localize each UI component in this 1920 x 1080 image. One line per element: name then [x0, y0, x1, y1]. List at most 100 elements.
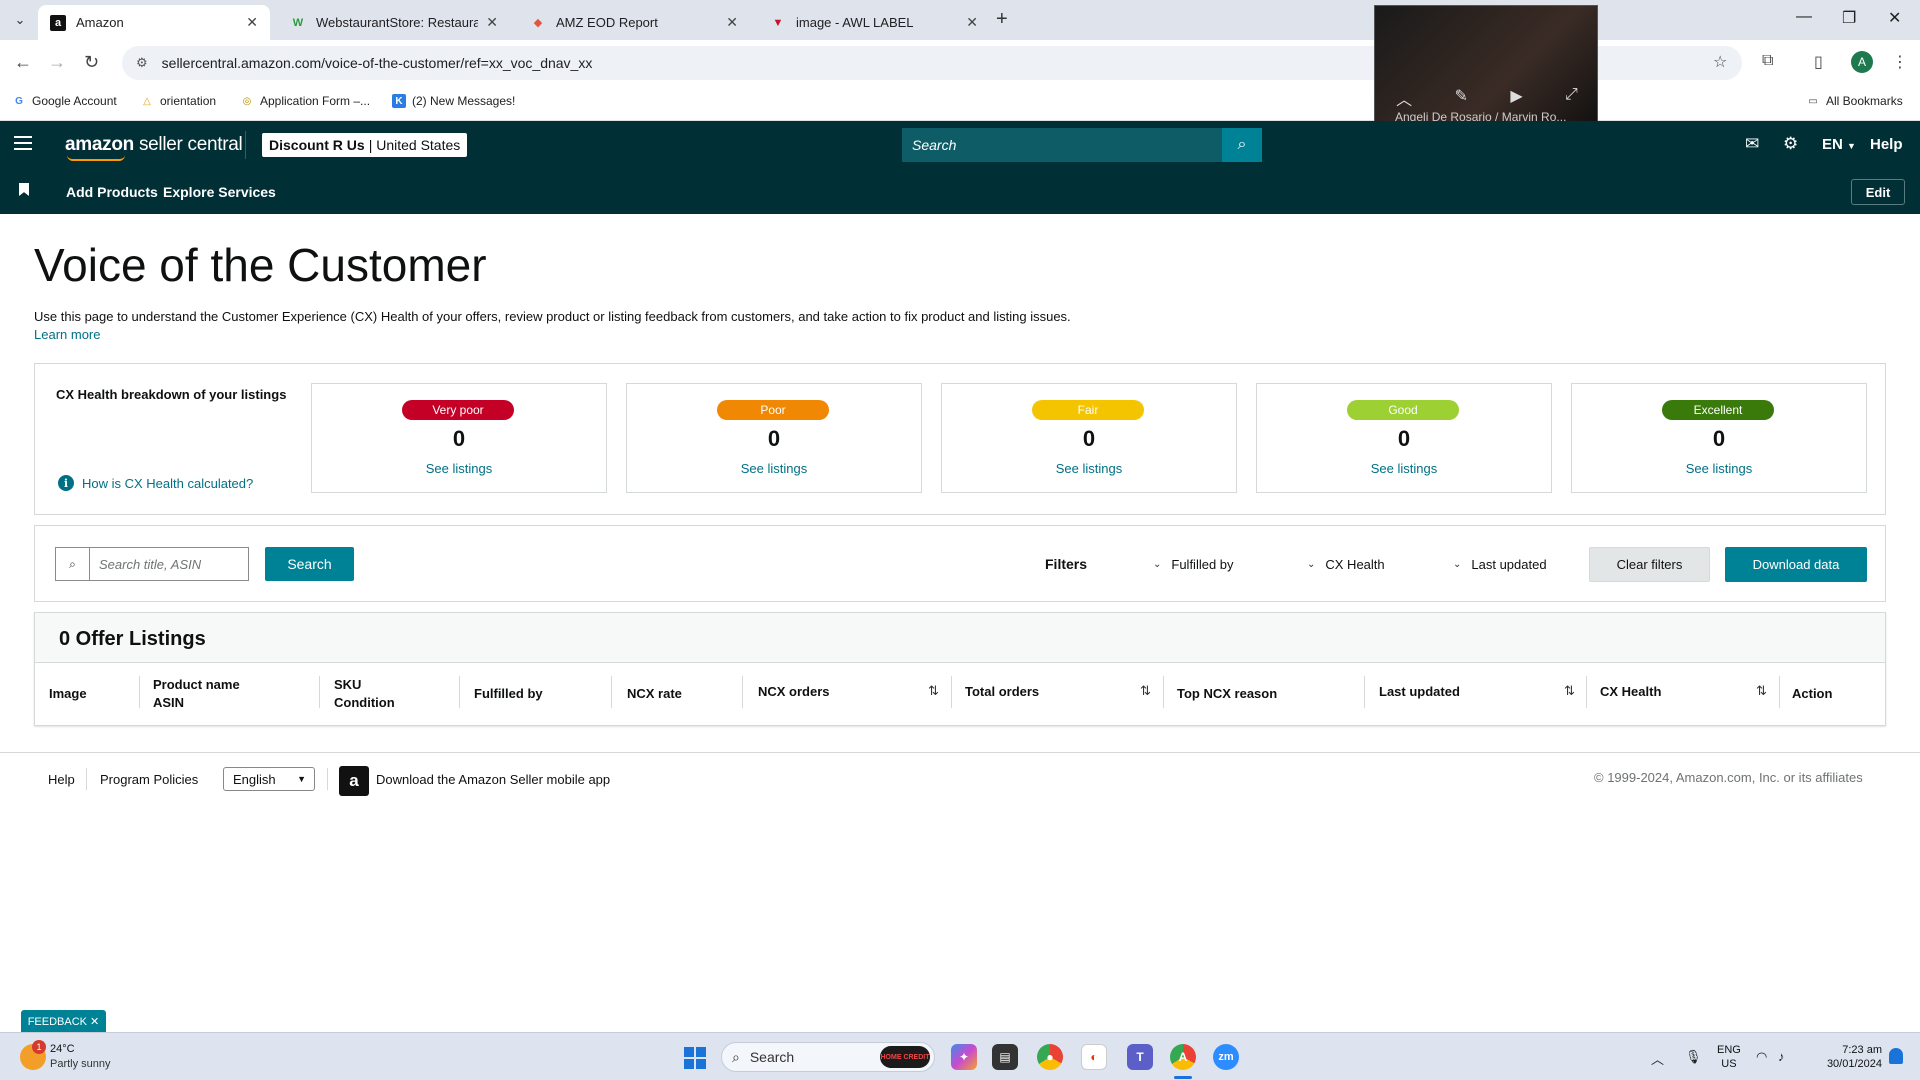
chrome-profile-icon[interactable]: A	[1170, 1044, 1196, 1070]
close-icon[interactable]: ✕	[486, 14, 498, 31]
edit-button[interactable]: Edit	[1851, 179, 1905, 205]
see-listings-link[interactable]: See listings	[942, 461, 1236, 476]
col-ncx-rate[interactable]: NCX rate	[627, 685, 682, 703]
tab-amazon[interactable]: a Amazon ✕	[38, 5, 270, 40]
cx-health-help-link[interactable]: i How is CX Health calculated?	[58, 475, 253, 491]
wifi-icon[interactable]: ◠	[1756, 1049, 1767, 1065]
back-arrow-icon[interactable]: ←	[14, 52, 32, 73]
bookmark-google-account[interactable]: G Google Account	[12, 94, 117, 108]
reload-icon[interactable]: ↻	[84, 52, 99, 73]
input-language[interactable]: ENG US	[1717, 1043, 1741, 1071]
chrome-icon[interactable]: ●	[1037, 1044, 1063, 1070]
footer-language-select[interactable]: English ▼	[223, 767, 315, 791]
learn-more-link[interactable]: Learn more	[34, 327, 100, 342]
bookmark-icon[interactable]	[19, 183, 29, 196]
filter-last-updated[interactable]: ⌄ Last updated	[1453, 557, 1547, 572]
new-tab-plus-icon[interactable]: +	[996, 8, 1008, 31]
seller-central-logo[interactable]: amazon seller central	[65, 134, 243, 156]
help-link[interactable]: Help	[1870, 136, 1903, 153]
gear-icon[interactable]: ⚙	[1783, 134, 1798, 154]
camera-icon[interactable]: ▶	[1510, 86, 1522, 110]
col-action: Action	[1792, 685, 1832, 703]
expand-up-icon[interactable]: ︿	[1396, 86, 1412, 110]
bookmark-new-messages[interactable]: K (2) New Messages!	[392, 94, 515, 108]
sort-icon[interactable]: ⇅	[1140, 683, 1151, 699]
zoom-icon[interactable]: zm	[1213, 1044, 1239, 1070]
sort-icon[interactable]: ⇅	[928, 683, 939, 699]
filter-fulfilled-by[interactable]: ⌄ Fulfilled by	[1153, 557, 1234, 572]
sort-icon[interactable]: ⇅	[1756, 683, 1767, 699]
col-last-updated[interactable]: Last updated	[1379, 683, 1460, 701]
tab-webstaurant[interactable]: W WebstaurantStore: Restaurant S ✕	[278, 5, 510, 40]
share-icon[interactable]: ⤢	[1565, 86, 1578, 110]
teams-icon[interactable]: T	[1127, 1044, 1153, 1070]
tray-chevron-up-icon[interactable]: ︿	[1651, 1049, 1664, 1068]
tab-awl-label[interactable]: ▼ image - AWL LABEL ✕	[758, 5, 990, 40]
tab-amz-eod-report[interactable]: ◆ AMZ EOD Report ✕	[518, 5, 750, 40]
site-info-icon[interactable]: ⚙	[136, 55, 148, 71]
profile-avatar[interactable]: A	[1851, 51, 1873, 73]
feedback-button[interactable]: FEEDBACK ✕	[21, 1010, 106, 1032]
close-icon[interactable]: ✕	[966, 14, 978, 31]
see-listings-link[interactable]: See listings	[1572, 461, 1866, 476]
video-call-window[interactable]: ︿ ✎ ▶ ⤢ Angeli De Rosario / Marvin Ro...	[1374, 5, 1598, 129]
filter-cx-health[interactable]: ⌄ CX Health	[1307, 557, 1385, 572]
footer-separator	[86, 768, 87, 790]
side-panel-icon[interactable]: ▯	[1814, 52, 1823, 72]
listing-search-input[interactable]: ⌕ Search title, ASIN	[55, 547, 249, 581]
menu-hamburger-icon[interactable]	[14, 136, 32, 150]
sort-icon[interactable]: ⇅	[1564, 683, 1575, 699]
microphone-icon[interactable]: 🎙	[1685, 1049, 1702, 1065]
col-fulfilled-by[interactable]: Fulfilled by	[474, 685, 543, 703]
store-selector[interactable]: Discount R Us | United States	[262, 133, 468, 157]
bookmark-application-form[interactable]: ◎ Application Form –...	[240, 94, 370, 108]
download-data-button[interactable]: Download data	[1725, 547, 1867, 582]
weather-temperature[interactable]: 24°C	[50, 1043, 75, 1055]
see-listings-link[interactable]: See listings	[627, 461, 921, 476]
more-menu-icon[interactable]: ⋮	[1892, 52, 1908, 72]
see-listings-link[interactable]: See listings	[1257, 461, 1551, 476]
restore-icon[interactable]: ❐	[1842, 8, 1856, 28]
header-search[interactable]: Search ⌕	[902, 128, 1262, 162]
col-product-name[interactable]: Product name ASIN	[153, 676, 240, 712]
extensions-icon[interactable]: ⧉	[1762, 52, 1773, 70]
language-selector[interactable]: EN ▼	[1822, 136, 1856, 153]
bookmark-star-icon[interactable]: ☆	[1713, 52, 1727, 72]
windows-start-icon[interactable]	[684, 1047, 706, 1069]
taskbar-search[interactable]: ⌕ Search HOME CREDIT	[721, 1042, 935, 1072]
bookmark-orientation[interactable]: △ orientation	[140, 94, 216, 108]
nav-add-products[interactable]: Add Products	[66, 184, 158, 200]
search-button[interactable]: Search	[265, 547, 354, 581]
nav-explore-services[interactable]: Explore Services	[163, 184, 276, 200]
forward-arrow-icon[interactable]: →	[48, 52, 66, 73]
mic-muted-icon[interactable]: ✎	[1455, 86, 1468, 110]
col-total-orders[interactable]: Total orders	[965, 683, 1039, 701]
col-cx-health[interactable]: CX Health	[1600, 683, 1661, 701]
weather-description[interactable]: Partly sunny	[50, 1058, 111, 1070]
close-icon[interactable]: ✕	[246, 14, 258, 31]
window-close-icon[interactable]: ✕	[1888, 8, 1901, 28]
amazon-seller-app-icon[interactable]: a	[339, 766, 369, 796]
col-top-ncx-reason[interactable]: Top NCX reason	[1177, 685, 1277, 703]
search-icon[interactable]: ⌕	[1222, 128, 1262, 162]
see-listings-link[interactable]: See listings	[312, 461, 606, 476]
close-icon[interactable]: ✕	[726, 14, 738, 31]
volume-icon[interactable]: ♪	[1778, 1049, 1785, 1064]
footer-program-policies-link[interactable]: Program Policies	[100, 772, 198, 787]
tab-search-chevron-icon[interactable]: ⌄	[8, 8, 32, 32]
col-sku[interactable]: SKU Condition	[334, 676, 395, 712]
copilot-icon[interactable]: ✦	[951, 1044, 977, 1070]
footer-help-link[interactable]: Help	[48, 772, 75, 787]
mail-icon[interactable]: ✉	[1745, 134, 1759, 154]
clear-filters-button[interactable]: Clear filters	[1589, 547, 1710, 582]
office-icon[interactable]: ◐	[1081, 1044, 1107, 1070]
file-explorer-icon[interactable]: ▤	[992, 1044, 1018, 1070]
clock[interactable]: 7:23 am 30/01/2024	[1812, 1043, 1882, 1071]
messages-icon: K	[392, 94, 406, 108]
all-bookmarks[interactable]: ▭ All Bookmarks	[1806, 94, 1902, 108]
notification-bell-icon[interactable]	[1889, 1048, 1903, 1064]
minimize-icon[interactable]: —	[1796, 8, 1812, 26]
download-app-link[interactable]: Download the Amazon Seller mobile app	[376, 772, 610, 787]
header-search-input[interactable]: Search	[902, 137, 1222, 153]
col-ncx-orders[interactable]: NCX orders	[758, 683, 830, 701]
